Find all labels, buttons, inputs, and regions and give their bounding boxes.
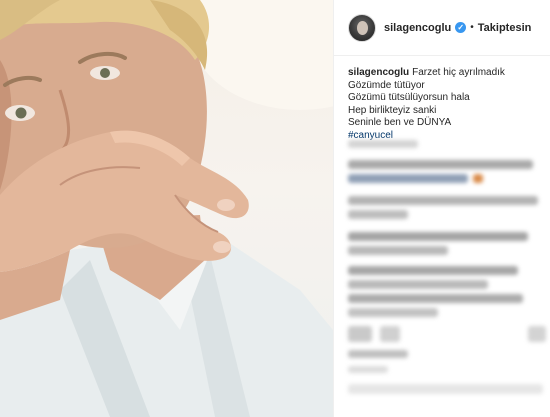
blurred-comment-line bbox=[348, 210, 408, 219]
post-photo[interactable] bbox=[0, 0, 333, 417]
blurred-comment-line bbox=[348, 308, 438, 317]
post-caption: silagencoglu Farzet hiç ayrılmadık Gözümd… bbox=[348, 67, 543, 143]
blurred-comment-line bbox=[348, 196, 538, 205]
blurred-comments bbox=[348, 138, 548, 398]
user-avatar[interactable] bbox=[348, 13, 376, 42]
caption-username[interactable]: silagencoglu bbox=[348, 67, 409, 78]
blurred-timestamp bbox=[348, 366, 388, 373]
blurred-comment-line bbox=[348, 140, 418, 148]
caption-line-5: Seninle ben ve DÜNYA bbox=[348, 117, 452, 129]
blurred-emoji bbox=[473, 174, 483, 183]
portrait-illustration bbox=[0, 0, 333, 417]
blurred-comment-input bbox=[348, 384, 543, 394]
instagram-post: silagencoglu ✓ • Takiptesin silagencoglu… bbox=[0, 0, 550, 417]
post-header: silagencoglu ✓ • Takiptesin bbox=[334, 0, 550, 56]
caption-line-1: Farzet hiç ayrılmadık bbox=[412, 67, 505, 78]
blurred-icon bbox=[528, 326, 546, 342]
blurred-comment-line bbox=[348, 294, 523, 303]
following-button[interactable]: Takiptesin bbox=[478, 22, 532, 34]
header-separator: • bbox=[470, 22, 474, 33]
blurred-comment-line bbox=[348, 174, 468, 183]
blurred-likes bbox=[348, 350, 408, 358]
blurred-comment-line bbox=[348, 160, 533, 169]
blurred-comment-line bbox=[348, 266, 518, 275]
panel-fade bbox=[334, 395, 550, 417]
header-username[interactable]: silagencoglu bbox=[384, 22, 451, 34]
blurred-comment-line bbox=[348, 232, 528, 241]
blurred-comment-line bbox=[348, 280, 488, 289]
caption-line-4: Hep birlikteyiz sanki bbox=[348, 104, 437, 116]
blurred-icon bbox=[380, 326, 400, 342]
blurred-icon bbox=[348, 326, 372, 342]
caption-line-3: Gözümü tütsülüyorsun hala bbox=[348, 92, 470, 104]
post-side-panel: silagencoglu ✓ • Takiptesin silagencoglu… bbox=[333, 0, 550, 417]
verified-badge-icon: ✓ bbox=[455, 22, 467, 33]
caption-line-2: Gözümde tütüyor bbox=[348, 79, 425, 91]
blurred-comment-line bbox=[348, 246, 448, 255]
